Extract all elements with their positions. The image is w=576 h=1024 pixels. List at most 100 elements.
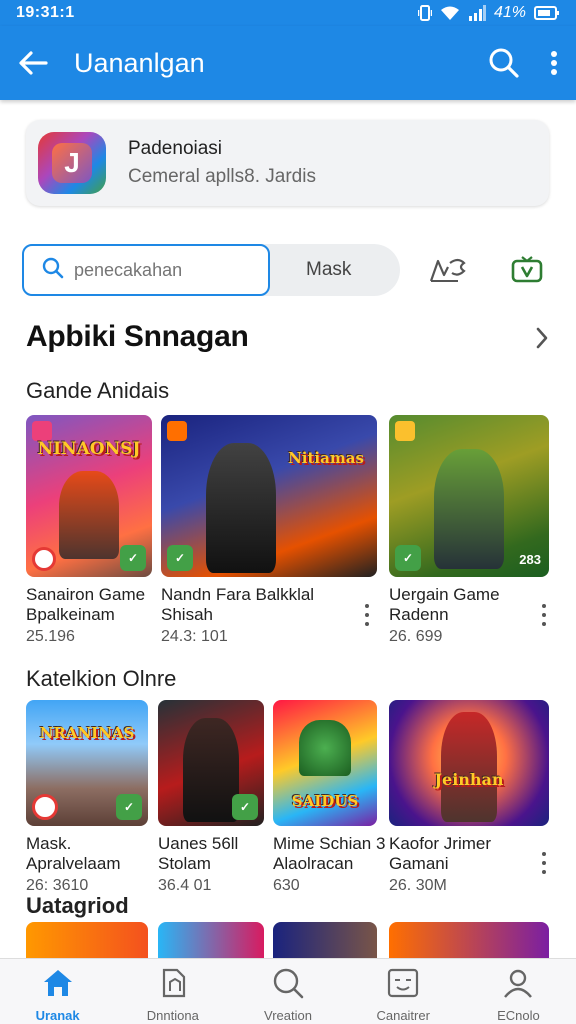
nav-item-profile[interactable]: ECnolo: [461, 959, 576, 1024]
character-art: [59, 471, 119, 559]
game-title: Uergain Game: [389, 585, 500, 604]
game-card[interactable]: SAIDUS Mime Schian 3 Alaolracan 630: [273, 700, 386, 896]
app-name: Padenoiasi: [128, 138, 223, 159]
game-card[interactable]: ✓ 283 Uergain Game Radenn 26. 699: [389, 415, 549, 647]
thumbnail-art-text: Jeinhan: [434, 770, 504, 789]
app-logo-glyph: J: [52, 143, 92, 183]
nav-item-store[interactable]: Canaitrer: [346, 959, 461, 1024]
app-info-card[interactable]: J Padenoiasi Cemeral aplls8. Jardis: [26, 120, 549, 206]
profile-icon: [501, 967, 535, 1004]
game-thumbnail-partial[interactable]: [26, 922, 148, 958]
game-card[interactable]: Jeinhan Kaofor Jrimer Gamani 26. 30M: [389, 700, 549, 896]
nav-item-documents[interactable]: Dnntiona: [115, 959, 230, 1024]
filter-icon[interactable]: [428, 255, 470, 285]
more-vert-icon[interactable]: [550, 50, 558, 76]
app-bar: Uananlgan: [0, 26, 576, 100]
verified-badge-icon: ✓: [232, 794, 258, 820]
game-thumbnail: Jeinhan: [389, 700, 549, 826]
game-thumbnail: SAIDUS: [273, 700, 377, 826]
character-art: [434, 449, 504, 569]
game-card[interactable]: ✓ Uanes 56ll Stolam 36.4 01: [158, 700, 264, 896]
rating-badge-icon: [32, 547, 56, 571]
game-downloads: 630: [273, 877, 300, 894]
search-field-icon: [42, 257, 64, 284]
game-developer: Alaolracan: [273, 854, 354, 873]
game-developer: Shisah: [161, 605, 213, 624]
game-title: Nandn Fara Balkklal: [161, 585, 315, 604]
nav-item-home[interactable]: Uranak: [0, 959, 115, 1024]
signal-icon: [468, 5, 486, 21]
thumbnail-art-text: Nitiamas: [288, 449, 364, 467]
character-art: [206, 443, 276, 573]
game-thumbnail: NINAONSJ ✓: [26, 415, 152, 577]
character-art: [299, 720, 351, 776]
app-subtitle: Cemeral aplls8. Jardis: [128, 166, 316, 187]
character-art: [441, 712, 497, 822]
character-art: [183, 718, 239, 822]
battery-percent: 41%: [493, 4, 526, 21]
search-icon: [271, 967, 305, 1004]
game-thumbnail: Nitiamas ✓: [161, 415, 377, 577]
game-developer: Stolam: [158, 854, 211, 873]
game-downloads: 26. 699: [389, 628, 443, 645]
game-developer: Apralvelaam: [26, 854, 121, 873]
verified-badge-icon: ✓: [120, 545, 146, 571]
store-icon: [386, 967, 420, 1004]
group-heading: Gande Anidais: [26, 378, 170, 403]
chevron-right-icon[interactable]: [534, 326, 550, 350]
verified-badge-icon: ✓: [395, 545, 421, 571]
badge-icon: [395, 421, 415, 441]
search-pill: Mask: [22, 244, 400, 296]
game-thumbnail: ✓: [158, 700, 264, 826]
document-icon: [158, 967, 188, 1004]
game-developer: Gamani: [389, 854, 449, 873]
page-title: Uananlgan: [74, 47, 205, 78]
game-card[interactable]: Nitiamas ✓ Nandn Fara Balkklal Shisah 24…: [161, 415, 377, 647]
home-icon: [41, 967, 75, 1004]
tv-icon[interactable]: [510, 255, 544, 285]
search-input[interactable]: [74, 259, 244, 281]
game-thumbnail: NRANINAS ✓: [26, 700, 148, 826]
nav-label: Dnntiona: [146, 1008, 199, 1023]
game-title: Kaofor Jrimer: [389, 834, 492, 853]
status-bar: 19:31:1 41%: [0, 0, 576, 26]
more-options-icon[interactable]: [542, 852, 546, 879]
game-title: Mime Schian 3: [273, 834, 386, 853]
nav-label: Vreation: [264, 1008, 312, 1023]
game-title: Sanairon Game: [26, 585, 146, 604]
back-arrow-icon[interactable]: [18, 50, 48, 76]
search-row: Mask: [22, 244, 562, 296]
nav-label: Uranak: [35, 1008, 80, 1023]
game-downloads: 25.196: [26, 628, 75, 645]
game-developer: Radenn: [389, 605, 449, 624]
mask-button[interactable]: Mask: [306, 259, 351, 281]
game-thumbnail-partial[interactable]: [389, 922, 549, 958]
game-thumbnail-partial[interactable]: [273, 922, 377, 958]
wifi-icon: [440, 5, 460, 21]
group-heading: Katelkion Olnre: [26, 666, 177, 691]
verified-badge-icon: ✓: [167, 545, 193, 571]
badge-icon: [167, 421, 187, 441]
search-field[interactable]: [22, 244, 270, 296]
verified-badge-icon: ✓: [116, 794, 142, 820]
more-options-icon[interactable]: [365, 604, 369, 631]
search-icon[interactable]: [488, 47, 520, 79]
game-downloads: 26. 30M: [389, 877, 447, 894]
nav-label: Canaitrer: [376, 1008, 430, 1023]
more-options-icon[interactable]: [542, 604, 546, 631]
nav-label: ECnolo: [497, 1008, 540, 1023]
game-title: Uanes 56ll: [158, 834, 239, 853]
game-thumbnail: ✓ 283: [389, 415, 549, 577]
status-time: 19:31:1: [16, 4, 75, 21]
game-thumbnail-partial[interactable]: [158, 922, 264, 958]
vibrate-icon: [417, 5, 432, 21]
app-logo: J: [38, 132, 106, 194]
game-card[interactable]: NRANINAS ✓ Mask. Apralvelaam 26: 3610: [26, 700, 148, 896]
section-title: Apbiki Snnagan: [26, 320, 249, 353]
nav-item-search[interactable]: Vreation: [230, 959, 345, 1024]
bottom-navigation: Uranak Dnntiona Vreation Canaitrer ECnol…: [0, 958, 576, 1024]
group-heading: Uatagriod: [26, 893, 129, 918]
thumbnail-art-text: NINAONSJ: [37, 439, 141, 459]
game-card[interactable]: NINAONSJ ✓ Sanairon Game Bpalkeinam 25.1…: [26, 415, 152, 647]
thumbnail-art-text: SAIDUS: [291, 792, 359, 810]
